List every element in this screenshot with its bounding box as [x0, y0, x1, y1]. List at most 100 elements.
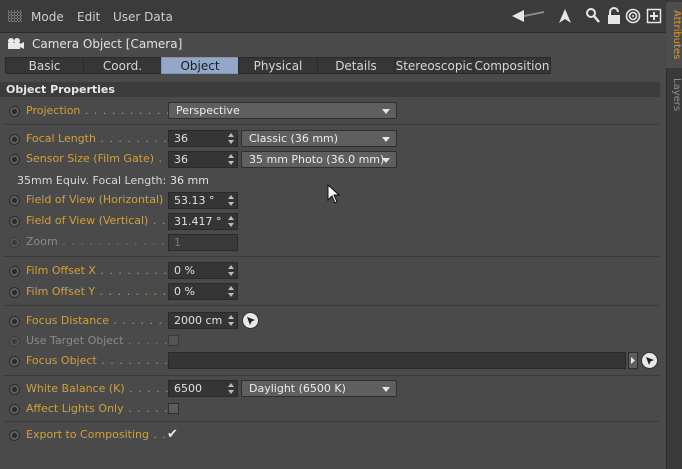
- white-balance-preset-dropdown[interactable]: Daylight (6500 K): [241, 380, 397, 397]
- equiv-focal-value: 36 mm: [170, 174, 209, 187]
- film-offset-y-field[interactable]: 0 %: [168, 283, 238, 300]
- label-dots: . .: [149, 428, 167, 441]
- label-dots: . .: [148, 214, 167, 227]
- label-text: Zoom: [26, 235, 58, 248]
- label-text: White Balance (K): [26, 382, 125, 395]
- menu-mode[interactable]: Mode: [31, 10, 64, 24]
- animate-radio: [9, 336, 20, 347]
- focal-length-preset-dropdown[interactable]: Classic (36 mm): [241, 130, 397, 147]
- divider: [4, 305, 659, 306]
- label-text: Focus Distance: [26, 314, 110, 327]
- export-compositing-checkbox[interactable]: ✔: [167, 428, 181, 441]
- dropdown-value: 35 mm Photo (36.0 mm): [249, 153, 385, 166]
- side-tab-attributes[interactable]: Attributes: [666, 2, 682, 68]
- lock-icon[interactable]: [606, 7, 622, 25]
- sensor-size-field[interactable]: 36: [168, 151, 238, 168]
- divider: [4, 124, 659, 125]
- param-label-fov-vertical: Field of View (Vertical) . .: [26, 214, 166, 227]
- search-icon[interactable]: [585, 7, 601, 25]
- animate-radio[interactable]: [9, 106, 20, 117]
- menu-user-data[interactable]: User Data: [113, 10, 173, 24]
- spinner-arrows-icon[interactable]: [228, 154, 234, 165]
- sensor-size-preset-dropdown[interactable]: 35 mm Photo (36.0 mm): [241, 151, 397, 168]
- object-title: Camera Object [Camera]: [32, 37, 183, 51]
- expand-arrow-icon[interactable]: [628, 352, 638, 369]
- distance-picker-icon[interactable]: [242, 312, 259, 329]
- spinner-arrows-icon[interactable]: [228, 315, 234, 326]
- film-offset-x-field[interactable]: 0 %: [168, 262, 238, 279]
- animate-radio[interactable]: [9, 384, 20, 395]
- menu-edit[interactable]: Edit: [77, 10, 100, 24]
- chevron-down-icon: [382, 387, 390, 392]
- field-value: 0 %: [174, 264, 195, 277]
- focus-distance-field[interactable]: 2000 cm: [168, 312, 238, 329]
- param-label-white-balance: White Balance (K) . . . . . .: [26, 382, 179, 395]
- label-text: Affect Lights Only: [26, 402, 124, 415]
- tab-basic[interactable]: Basic: [5, 57, 84, 74]
- tab-physical[interactable]: Physical: [238, 57, 318, 74]
- label-text: Export to Compositing: [26, 428, 149, 441]
- tab-object[interactable]: Object: [161, 57, 239, 74]
- divider: [4, 256, 659, 257]
- tab-composition[interactable]: Composition: [473, 57, 551, 74]
- spinner-arrows-icon[interactable]: [228, 195, 234, 206]
- spinner-arrows-icon[interactable]: [228, 265, 234, 276]
- animate-radio[interactable]: [9, 266, 20, 277]
- fov-vertical-field[interactable]: 31.417 °: [168, 213, 238, 230]
- animate-radio[interactable]: [9, 154, 20, 165]
- label-text: Sensor Size (Film Gate): [26, 152, 155, 165]
- projection-dropdown[interactable]: Perspective: [168, 102, 397, 119]
- grid-menu-icon[interactable]: [8, 10, 22, 22]
- side-tab-layers[interactable]: Layers: [666, 72, 682, 118]
- dropdown-value: Classic (36 mm): [249, 132, 339, 145]
- param-label-sensor-size: Sensor Size (Film Gate) . .: [26, 152, 172, 165]
- animate-radio[interactable]: [9, 216, 20, 227]
- use-target-checkbox: [168, 335, 179, 346]
- target-icon[interactable]: [625, 7, 641, 25]
- label-text: Projection: [26, 104, 81, 117]
- dropdown-value: Daylight (6500 K): [249, 382, 346, 395]
- add-panel-icon[interactable]: [646, 7, 662, 25]
- spinner-arrows-icon[interactable]: [228, 216, 234, 227]
- equiv-focal-label: 35mm Equiv. Focal Length:: [17, 174, 167, 187]
- section-header: Object Properties: [0, 82, 660, 97]
- focus-object-link-field[interactable]: [168, 352, 626, 369]
- divider: [4, 421, 659, 422]
- field-value: 36: [174, 132, 188, 145]
- spinner-arrows-icon[interactable]: [228, 383, 234, 394]
- chevron-down-icon: [382, 158, 390, 163]
- spinner-arrows-icon[interactable]: [228, 286, 234, 297]
- field-value: 6500: [174, 382, 202, 395]
- animate-radio[interactable]: [9, 287, 20, 298]
- animate-radio[interactable]: [9, 356, 20, 367]
- back-arrow-icon[interactable]: [510, 7, 546, 25]
- chevron-down-icon: [382, 109, 390, 114]
- label-text: Film Offset Y: [26, 285, 96, 298]
- label-text: Field of View (Horizontal): [26, 193, 164, 206]
- mouse-cursor-icon: [327, 183, 341, 207]
- animate-radio[interactable]: [9, 195, 20, 206]
- tab-stereoscopic[interactable]: Stereoscopic: [394, 57, 474, 74]
- white-balance-field[interactable]: 6500: [168, 380, 238, 397]
- spinner-arrows-icon[interactable]: [228, 133, 234, 144]
- tab-coord[interactable]: Coord.: [83, 57, 162, 74]
- label-dots: . . . . .: [123, 334, 169, 347]
- tab-details[interactable]: Details: [317, 57, 395, 74]
- animate-radio[interactable]: [9, 134, 20, 145]
- dropdown-value: Perspective: [176, 104, 240, 117]
- animate-radio[interactable]: [9, 404, 20, 415]
- param-label-film-offset-y: Film Offset Y . . . . . . . . . .: [26, 285, 185, 298]
- affect-lights-checkbox[interactable]: [168, 403, 179, 414]
- param-label-focus-distance: Focus Distance . . . . . . . .: [26, 314, 181, 327]
- field-value: 36: [174, 153, 188, 166]
- zoom-field: 1: [168, 234, 238, 251]
- fov-horizontal-field[interactable]: 53.13 °: [168, 192, 238, 209]
- label-text: Use Target Object: [26, 334, 124, 347]
- animate-radio[interactable]: [9, 316, 20, 327]
- cursor-up-icon[interactable]: [557, 7, 573, 25]
- focal-length-field[interactable]: 36: [168, 130, 238, 147]
- object-picker-icon[interactable]: [641, 352, 658, 369]
- animate-radio[interactable]: [9, 430, 20, 441]
- camera-icon: [7, 37, 25, 50]
- divider: [4, 375, 659, 376]
